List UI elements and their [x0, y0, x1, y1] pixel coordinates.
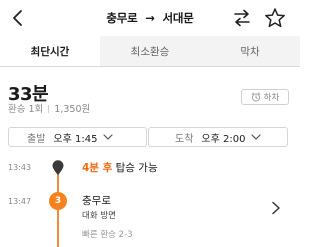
train-direction: 대화 방면: [82, 211, 116, 221]
top-bar: 충무로 → 서대문: [0, 0, 300, 36]
chevron-down-icon: [251, 134, 262, 140]
chevron-down-icon: [103, 134, 114, 140]
alight-alarm-button[interactable]: 하차: [241, 89, 289, 105]
destination-station: 서대문: [162, 11, 194, 25]
arrival-time-picker[interactable]: 도착 오후 2:00: [148, 127, 288, 147]
alarm-label: 하차: [263, 93, 280, 103]
alarm-clock-icon: [251, 92, 260, 102]
departure-value: 오후 1:45: [53, 133, 98, 145]
swap-arrows-icon[interactable]: [232, 9, 252, 27]
boarding-text: 탑승 가능: [112, 162, 158, 174]
origin-station: 충무로: [106, 11, 138, 25]
fare: 1,350원: [54, 104, 91, 115]
chevron-right-icon[interactable]: [270, 201, 282, 215]
tab-fastest[interactable]: 최단시간: [0, 36, 100, 66]
current-time: 13:43: [8, 163, 32, 172]
station-name[interactable]: 충무로: [82, 193, 111, 208]
departure-time-picker[interactable]: 출발 오후 1:45: [8, 127, 147, 147]
tab-fewest-transfers[interactable]: 최소환승: [100, 36, 200, 66]
arrival-label: 도착: [175, 133, 194, 145]
meta-divider: [48, 105, 50, 113]
fast-transfer-tip: 빠른 환승 2-3: [82, 230, 133, 240]
route-arrow: →: [145, 11, 155, 25]
route-title: 충무로 → 서대문: [0, 10, 300, 26]
station-time: 13:47: [8, 197, 32, 206]
location-pin-icon: [52, 160, 64, 175]
arrival-value: 오후 2:00: [201, 133, 246, 145]
tab-last-train[interactable]: 막차: [200, 36, 300, 66]
boarding-notice: 4분 후 탑승 가능: [82, 160, 158, 175]
star-outline-icon[interactable]: [264, 7, 286, 29]
transfer-count: 환승 1회: [8, 104, 44, 115]
departure-label: 출발: [27, 133, 46, 145]
route-option-tabs: 최단시간 최소환승 막차: [0, 36, 300, 67]
route-meta: 환승 1회 1,350원: [8, 101, 90, 115]
line-number-badge: 3: [49, 192, 67, 210]
boarding-countdown: 4분 후: [82, 162, 113, 174]
